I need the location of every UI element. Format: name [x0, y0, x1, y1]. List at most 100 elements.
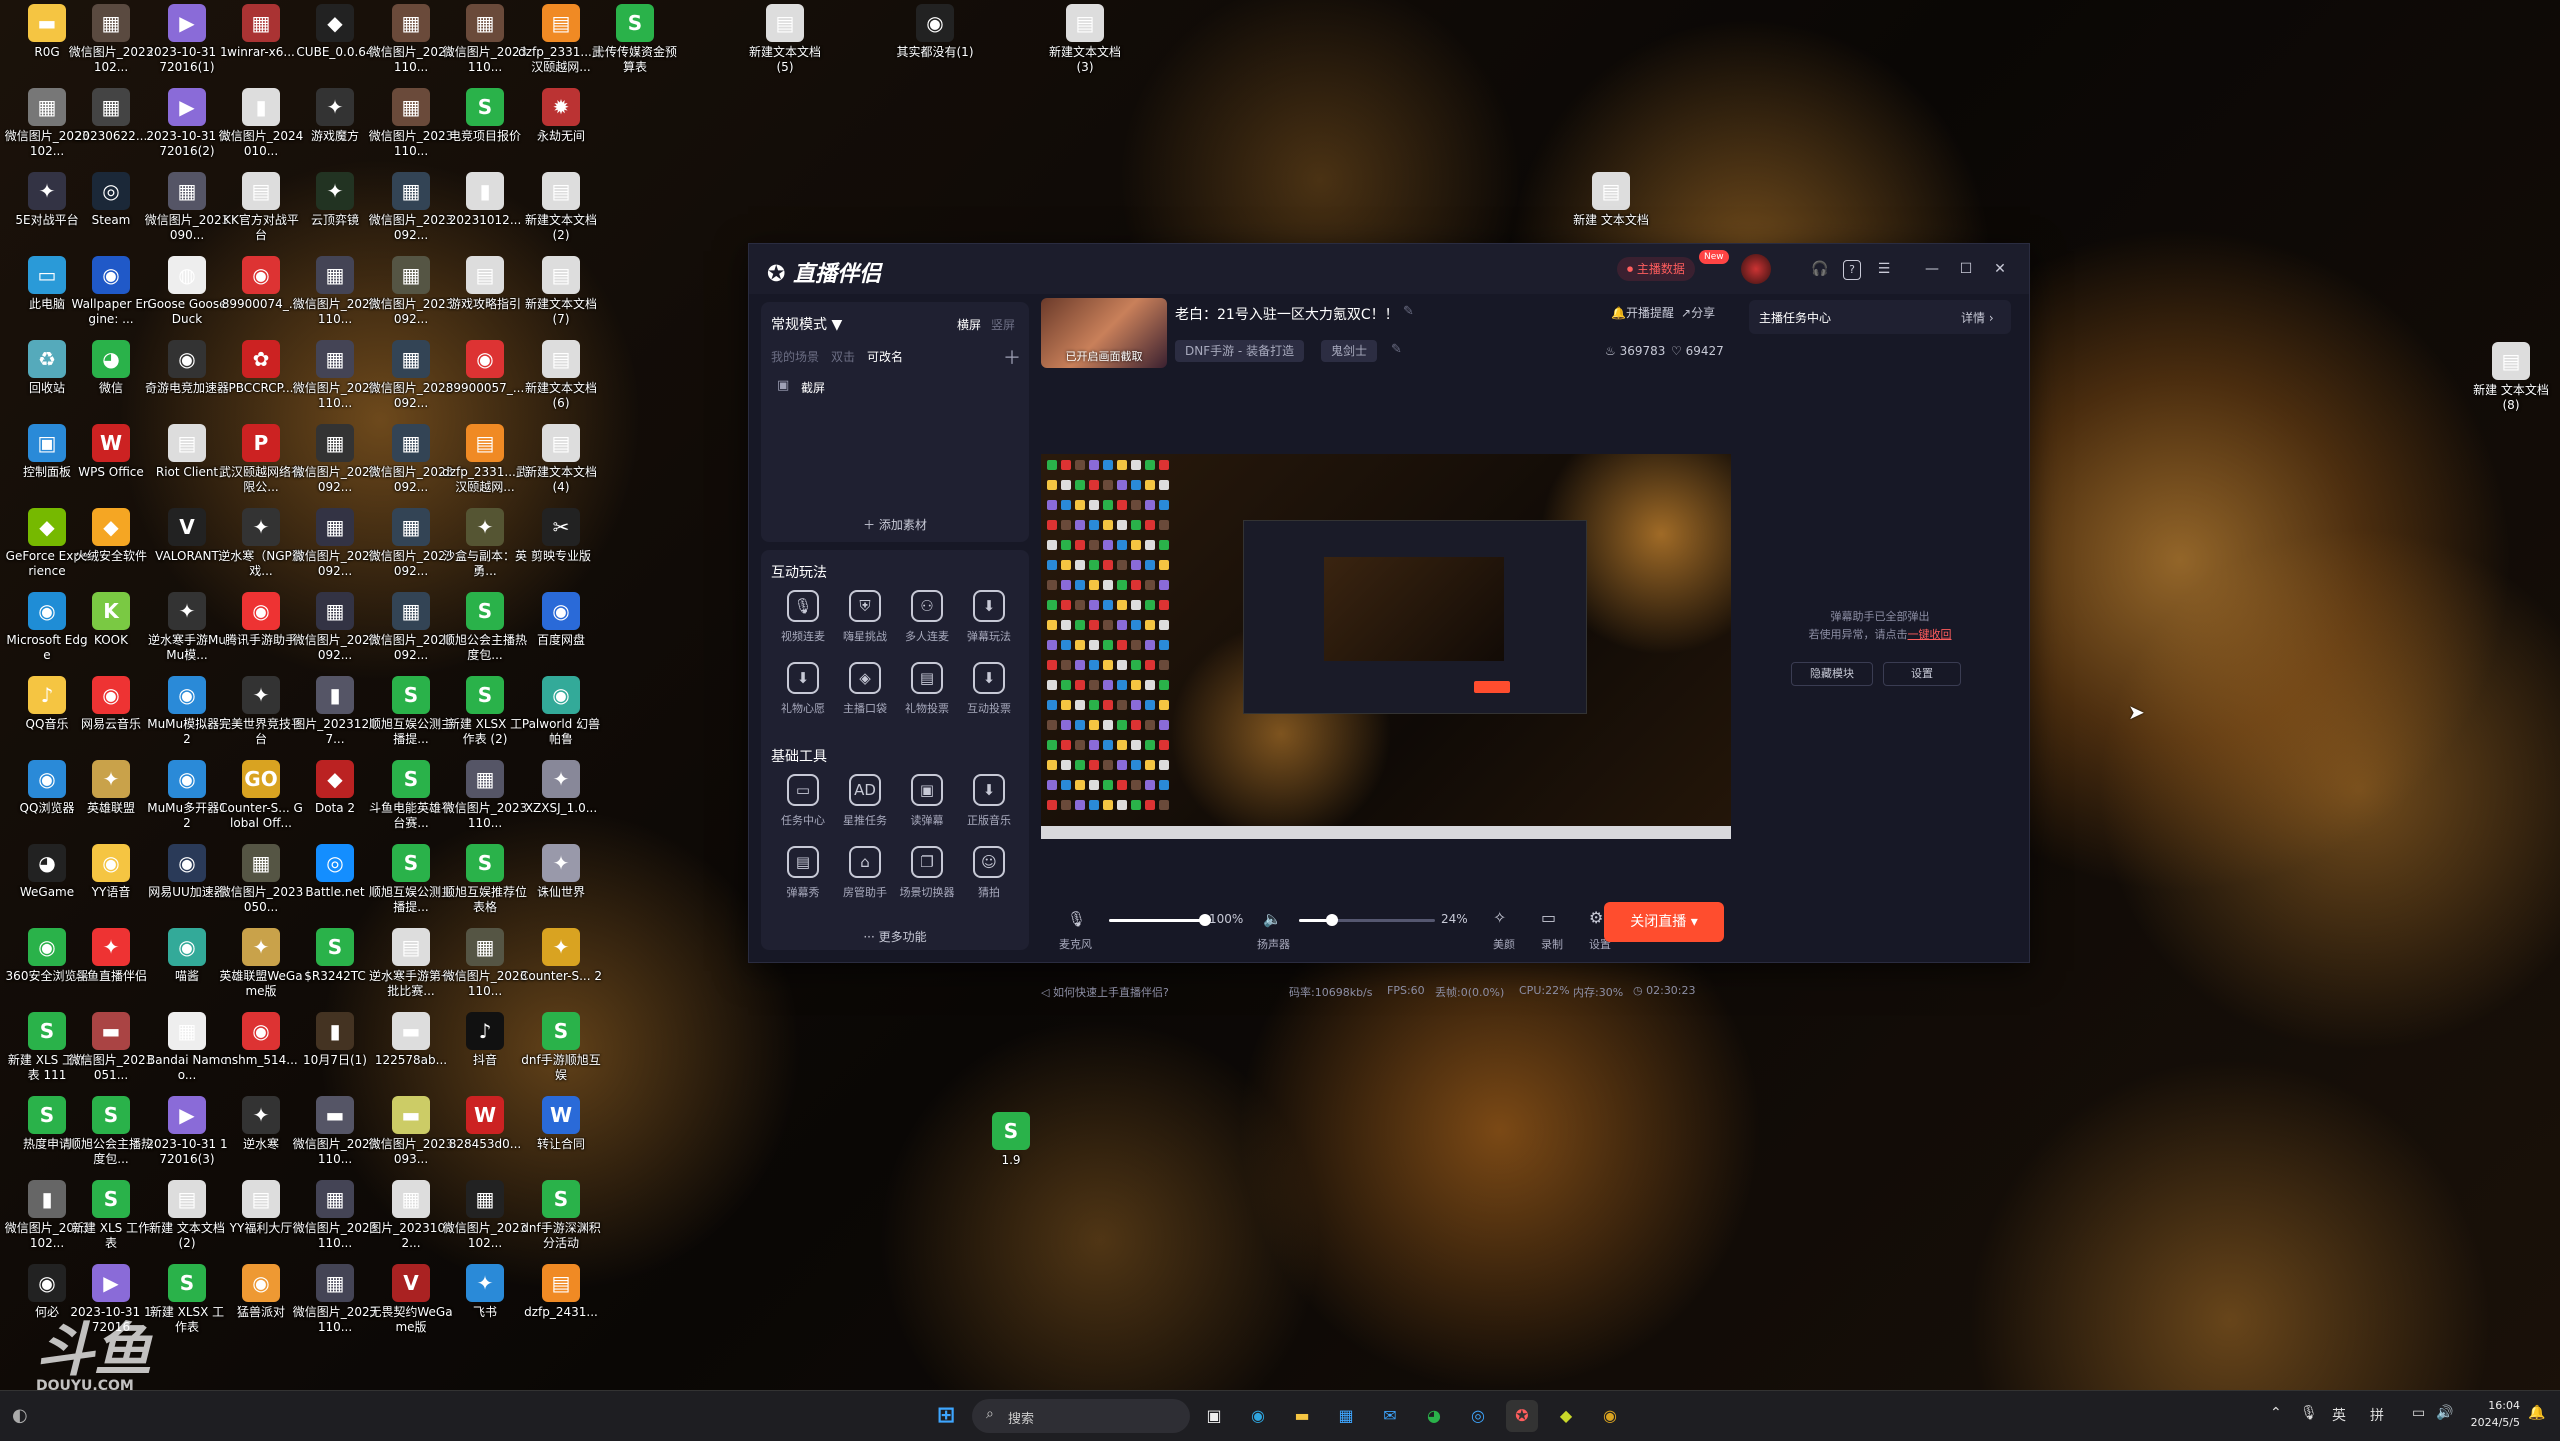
desktop-icon[interactable]: S 十传传媒资金预算表	[592, 2, 678, 86]
desktop-icon[interactable]: ▦ 微信图片_2023092...	[292, 590, 378, 674]
desktop-icon[interactable]: W 转让合同	[518, 1094, 604, 1178]
help-link[interactable]: ◁ 如何快速上手直播伴侣?	[1041, 984, 1169, 1000]
desktop-icon[interactable]: ▤ dzfp_2431...	[518, 1262, 604, 1346]
desktop-icon[interactable]: ▦ 20230622...	[68, 86, 154, 170]
desktop-icon[interactable]: ◎ Battle.net	[292, 842, 378, 926]
recall-link[interactable]: 一键收回	[1908, 628, 1952, 641]
desktop-icon[interactable]: ✦ XZXSJ_1.0...	[518, 758, 604, 842]
tray-chevron-icon[interactable]: ⌃	[2270, 1405, 2282, 1421]
desktop-icon[interactable]: W WPS Office	[68, 422, 154, 506]
ime-mode[interactable]: 拼	[2370, 1405, 2384, 1425]
search-box[interactable]: ⌕ 搜索	[972, 1399, 1190, 1433]
reminder-button[interactable]: 🔔开播提醒	[1611, 304, 1674, 321]
menu-icon[interactable]: ☰	[1873, 258, 1895, 280]
speaker-volume-slider[interactable]	[1299, 914, 1435, 926]
desktop-icon[interactable]: S $R3242TC	[292, 926, 378, 1010]
basic-tool[interactable]: ⬇ 正版音乐	[959, 774, 1019, 834]
store-taskbar-icon[interactable]: ▦	[1330, 1400, 1362, 1432]
desktop-icon[interactable]: ▤ 新建文本文档 (4)	[518, 422, 604, 506]
desktop-icon[interactable]: Sdnf手游顺旭互娱	[518, 1010, 604, 1094]
headset-icon[interactable]: 🎧	[1809, 258, 1831, 280]
class-tag[interactable]: 鬼剑士	[1321, 340, 1378, 362]
volume-icon[interactable]: 🔊	[2436, 1405, 2453, 1421]
help-icon[interactable]: ?	[1843, 260, 1861, 280]
desktop-icon[interactable]: ◉ 网易云音乐	[68, 674, 154, 758]
desktop-icon[interactable]: ▦ 微信图片_2023092...	[292, 506, 378, 590]
title-bar[interactable]: ✪ 直播伴侣 ⏺ 主播数据 New 🎧 ? ☰ — ☐ ✕	[749, 244, 2029, 294]
desktop-icon[interactable]: Sdnf手游深渊积分活动	[518, 1178, 604, 1262]
desktop-icon[interactable]: ▤ 新建 文本文档	[1568, 170, 1654, 254]
basic-tool[interactable]: ☺ 猜拍	[959, 846, 1019, 906]
desktop-icon[interactable]: ✦ 游戏魔方	[292, 86, 378, 170]
scene-tab-1[interactable]: 双击	[831, 348, 855, 365]
desktop-icon[interactable]: ▤ 新建文本文档 (2)	[518, 170, 604, 254]
desktop-icon[interactable]: ▦ 微信图片_2023110...	[442, 926, 528, 1010]
scene-tab-0[interactable]: 我的场景	[771, 348, 819, 365]
desktop-icon[interactable]: S 顺旭公会主播热度包...	[442, 590, 528, 674]
interactive-tool[interactable]: ◈ 主播口袋	[835, 662, 895, 722]
interactive-tool[interactable]: ⚇ 多人连麦	[897, 590, 957, 650]
minimize-button[interactable]: —	[1921, 258, 1943, 280]
interactive-tool[interactable]: 🎙 视频连麦	[773, 590, 833, 650]
desktop-icon[interactable]: ▦ 微信图片_2023110...	[442, 2, 528, 86]
desktop-icon[interactable]: ▮ 10月7日(1)	[292, 1010, 378, 1094]
desktop-icon[interactable]: S 1.9	[968, 1110, 1054, 1194]
clock-time[interactable]: 16:04	[2476, 1399, 2520, 1412]
desktop-icon[interactable]: ◉ 百度网盘	[518, 590, 604, 674]
desktop-icon[interactable]: W 828453d0...	[442, 1094, 528, 1178]
desktop-icon[interactable]: ♪ 抖音	[442, 1010, 528, 1094]
interactive-tool[interactable]: ⬇ 互动投票	[959, 662, 1019, 722]
add-scene-icon[interactable]: ＋	[1003, 344, 1021, 370]
tray-mic-icon[interactable]: 🎙	[2300, 1405, 2318, 1421]
desktop-icon[interactable]: ▤ dzfp_2331...武汉颐越网...	[442, 422, 528, 506]
desktop-icon[interactable]: ▤ 新建 文本文档 (8)	[2468, 340, 2554, 424]
desktop-icon[interactable]: ✦ 沙盒与副本：英勇...	[442, 506, 528, 590]
desktop-icon[interactable]: ◎ Steam	[68, 170, 154, 254]
desktop-icon[interactable]: ▦ 微信图片_2023110...	[442, 758, 528, 842]
desktop-icon[interactable]: ◆ CUBE_0.0.64	[292, 2, 378, 86]
edge-taskbar-icon[interactable]: ◉	[1242, 1400, 1274, 1432]
task-center-bar[interactable]: 主播任务中心 详情 ›	[1749, 300, 2011, 334]
desktop-icon[interactable]: S 顺旭公会主播热度包...	[68, 1094, 154, 1178]
desktop-icon[interactable]: ▤ 新建文本文档 (6)	[518, 338, 604, 422]
douyu-taskbar-icon[interactable]: ✪	[1506, 1400, 1538, 1432]
basic-tool[interactable]: ▤ 弹幕秀	[773, 846, 833, 906]
interactive-tool[interactable]: ⬇ 弹幕玩法	[959, 590, 1019, 650]
interactive-tool[interactable]: ⬇ 礼物心愿	[773, 662, 833, 722]
desktop-icon[interactable]: ▦ 微信图片_2023102...	[442, 1178, 528, 1262]
weather-icon[interactable]: ◐	[12, 1405, 28, 1426]
live-data-button[interactable]: ⏺ 主播数据	[1617, 257, 1695, 281]
desktop-icon[interactable]: ▦ 微信图片_2023110...	[292, 338, 378, 422]
desktop-icon[interactable]: ▦ 微信图片_2023110...	[292, 1178, 378, 1262]
app2-taskbar-icon[interactable]: ◉	[1594, 1400, 1626, 1432]
desktop-icon[interactable]: S 新建 XLSX 工作表 (2)	[442, 674, 528, 758]
wechat-taskbar-icon[interactable]: ◕	[1418, 1400, 1450, 1432]
desktop-icon[interactable]: ◉ Wallpaper Engine: ...	[68, 254, 154, 338]
desktop-icon[interactable]: ✦ Counter-S... 2	[518, 926, 604, 1010]
basic-tool[interactable]: ❐ 场景切换器	[897, 846, 957, 906]
speaker-icon[interactable]: 🔈	[1263, 910, 1282, 928]
notification-icon[interactable]: 🔔	[2528, 1405, 2545, 1421]
scene-item[interactable]: ▣ 截屏	[769, 374, 1021, 400]
edit-tags-icon[interactable]: ✎	[1391, 342, 1402, 357]
desktop-icon[interactable]: ✦ 英雄联盟	[68, 758, 154, 842]
live-preview[interactable]	[1041, 454, 1731, 839]
desktop-icon[interactable]: S 新建 XLS 工作表	[68, 1178, 154, 1262]
basic-tool[interactable]: ▣ 读弹幕	[897, 774, 957, 834]
desktop-icon[interactable]: ◉ 89900057_...	[442, 338, 528, 422]
desktop-icon[interactable]: ▦ 微信图片_2023102...	[68, 2, 154, 86]
interactive-tool[interactable]: ⛨ 嗨星挑战	[835, 590, 895, 650]
basic-tool[interactable]: AD 星推任务	[835, 774, 895, 834]
task-center-details[interactable]: 详情 ›	[1961, 309, 1994, 326]
desktop-icon[interactable]: ▦ 微信图片_2023110...	[292, 254, 378, 338]
desktop-icon[interactable]: ▦ 微信图片_2023110...	[292, 1262, 378, 1346]
avatar[interactable]	[1741, 254, 1771, 284]
explorer-taskbar-icon[interactable]: ▬	[1286, 1400, 1318, 1432]
hide-module-button[interactable]: 隐藏模块	[1791, 662, 1873, 686]
desktop-icon[interactable]: ▬ 微信图片_2023051...	[68, 1010, 154, 1094]
qq-browser-taskbar-icon[interactable]: ◎	[1462, 1400, 1494, 1432]
maximize-button[interactable]: ☐	[1955, 258, 1977, 280]
category-tag[interactable]: DNF手游 - 装备打造	[1175, 340, 1305, 362]
add-source-button[interactable]: ＋ 添加素材	[761, 516, 1029, 533]
mic-icon[interactable]: 🎙	[1067, 910, 1086, 928]
